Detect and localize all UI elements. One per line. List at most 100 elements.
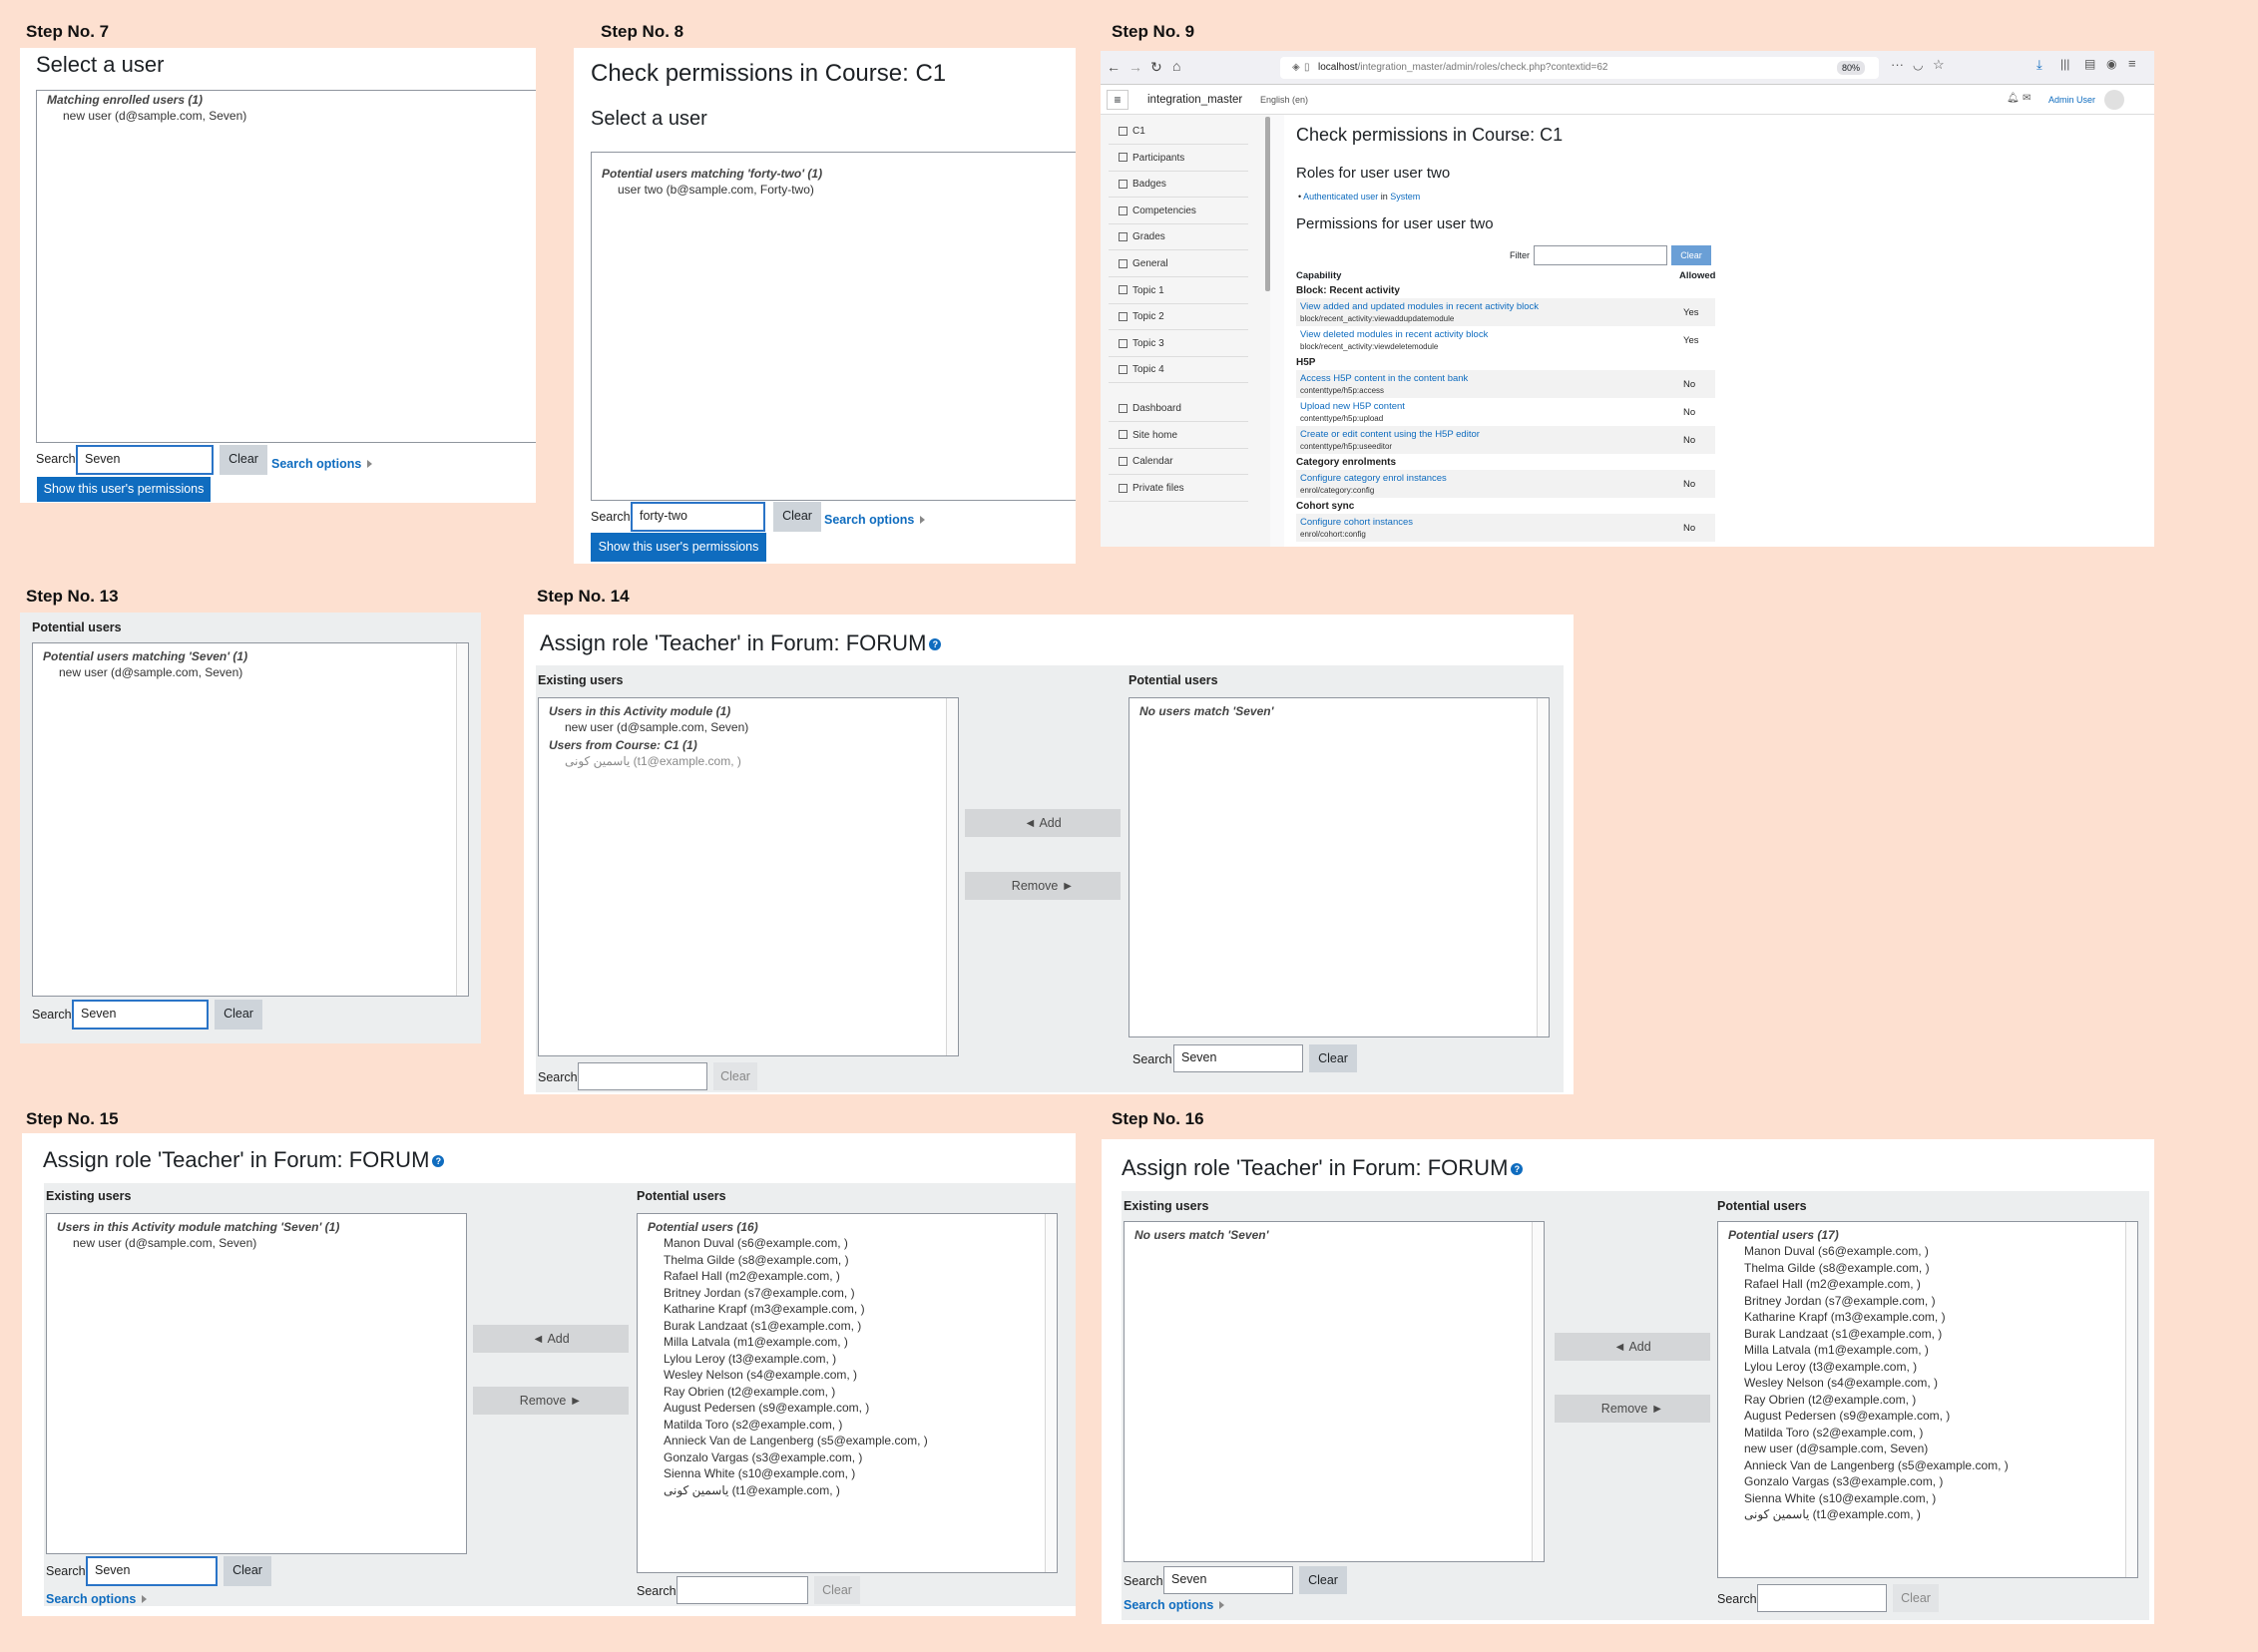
existing-search-input[interactable]: Seven bbox=[86, 1556, 218, 1586]
clear-button[interactable]: Clear bbox=[215, 1000, 262, 1030]
user-option[interactable]: Burak Landzaat (s1@example.com, ) bbox=[1718, 1326, 2137, 1343]
sidebar-item[interactable]: Competencies bbox=[1109, 199, 1248, 224]
list-scrollbar[interactable] bbox=[1045, 1214, 1057, 1572]
user-option[interactable]: Lylou Leroy (t3@example.com, ) bbox=[1718, 1359, 2137, 1376]
search-options-link[interactable]: Search options bbox=[271, 457, 373, 471]
user-option[interactable]: Katharine Krapf (m3@example.com, ) bbox=[638, 1301, 1057, 1318]
user-option[interactable]: new user (d@sample.com, Seven) bbox=[33, 664, 468, 681]
potential-users-list[interactable]: Potential users matching 'Seven' (1) new… bbox=[32, 642, 469, 997]
search-input[interactable]: Seven bbox=[72, 1000, 209, 1030]
capability-link[interactable]: Configure cohort instances bbox=[1300, 517, 1413, 528]
user-option[interactable]: Britney Jordan (s7@example.com, ) bbox=[1718, 1293, 2137, 1310]
list-scrollbar[interactable] bbox=[2125, 1222, 2137, 1577]
user-option[interactable]: Rafael Hall (m2@example.com, ) bbox=[1718, 1276, 2137, 1293]
list-scrollbar[interactable] bbox=[1537, 698, 1549, 1036]
user-option[interactable]: Gonzalo Vargas (s3@example.com, ) bbox=[638, 1449, 1057, 1466]
context-link[interactable]: System bbox=[1390, 192, 1420, 202]
library-icon[interactable]: ||| bbox=[2060, 57, 2069, 71]
existing-users-list[interactable]: Users in this Activity module (1) new us… bbox=[538, 697, 959, 1056]
search-input[interactable]: forty-two bbox=[631, 502, 765, 532]
clear-button[interactable]: Clear bbox=[220, 445, 267, 475]
capability-link[interactable]: View deleted modules in recent activity … bbox=[1300, 329, 1488, 340]
user-option[interactable]: August Pedersen (s9@example.com, ) bbox=[1718, 1408, 2137, 1425]
user-option[interactable]: Lylou Leroy (t3@example.com, ) bbox=[638, 1351, 1057, 1368]
user-option[interactable]: new user (d@sample.com, Seven) bbox=[37, 108, 536, 125]
search-options-link[interactable]: Search options bbox=[46, 1592, 148, 1606]
user-option[interactable]: Sienna White (s10@example.com, ) bbox=[1718, 1490, 2137, 1507]
help-icon[interactable]: ? bbox=[432, 1155, 445, 1168]
user-option[interactable]: Manon Duval (s6@example.com, ) bbox=[1718, 1243, 2137, 1260]
chat-icon[interactable]: ✉ bbox=[2023, 93, 2031, 104]
user-option[interactable]: new user (d@sample.com, Seven) bbox=[47, 1235, 466, 1252]
user-option[interactable]: new user (d@sample.com, Seven) bbox=[1718, 1441, 2137, 1457]
sidebar-item[interactable]: Topic 1 bbox=[1109, 278, 1248, 304]
user-option[interactable]: Wesley Nelson (s4@example.com, ) bbox=[1718, 1375, 2137, 1392]
user-option[interactable]: Wesley Nelson (s4@example.com, ) bbox=[638, 1367, 1057, 1384]
user-option[interactable]: Britney Jordan (s7@example.com, ) bbox=[638, 1285, 1057, 1302]
sidebar-item[interactable]: Site home bbox=[1109, 423, 1248, 449]
potential-search-input[interactable] bbox=[677, 1576, 808, 1604]
user-option[interactable]: Ray Obrien (t2@example.com, ) bbox=[638, 1384, 1057, 1401]
sidebar-item[interactable]: Topic 4 bbox=[1109, 357, 1248, 384]
sidebar-item[interactable]: Topic 3 bbox=[1109, 331, 1248, 357]
existing-clear-button[interactable]: Clear bbox=[224, 1556, 271, 1586]
search-options-link[interactable]: Search options bbox=[1124, 1598, 1225, 1612]
site-name[interactable]: integration_master bbox=[1147, 94, 1242, 106]
user-option[interactable]: August Pedersen (s9@example.com, ) bbox=[638, 1400, 1057, 1417]
user-option[interactable]: Katharine Krapf (m3@example.com, ) bbox=[1718, 1309, 2137, 1326]
avatar[interactable] bbox=[2104, 90, 2124, 110]
list-scrollbar[interactable] bbox=[1532, 1222, 1544, 1561]
account-icon[interactable]: ◉ bbox=[2106, 57, 2116, 71]
user-select-list[interactable]: Potential users matching 'forty-two' (1)… bbox=[591, 152, 1076, 501]
filter-input[interactable] bbox=[1534, 245, 1667, 265]
user-option[interactable]: Matilda Toro (s2@example.com, ) bbox=[638, 1417, 1057, 1434]
download-icon[interactable]: ⤓ bbox=[2036, 57, 2042, 73]
sidebar-icon[interactable]: ▤ bbox=[2084, 57, 2095, 71]
capability-link[interactable]: Configure category enrol instances bbox=[1300, 473, 1447, 484]
pocket-icon[interactable]: ◡ bbox=[1913, 58, 1923, 72]
user-option[interactable]: user two (b@sample.com, Forty-two) bbox=[592, 182, 1076, 199]
capability-link[interactable]: Create or edit content using the H5P edi… bbox=[1300, 429, 1480, 440]
user-option[interactable]: Gonzalo Vargas (s3@example.com, ) bbox=[1718, 1473, 2137, 1490]
list-scrollbar[interactable] bbox=[456, 643, 468, 996]
capability-link[interactable]: Upload new H5P content bbox=[1300, 401, 1405, 412]
sidebar-item[interactable]: Participants bbox=[1109, 146, 1248, 172]
sidebar-item[interactable]: Badges bbox=[1109, 172, 1248, 199]
sidebar-item[interactable]: Dashboard bbox=[1109, 396, 1248, 422]
drawer-scrollbar[interactable] bbox=[1265, 117, 1270, 291]
user-option[interactable]: Thelma Gilde (s8@example.com, ) bbox=[1718, 1260, 2137, 1277]
existing-clear-button[interactable]: Clear bbox=[713, 1062, 757, 1090]
search-input[interactable]: Seven bbox=[76, 445, 214, 475]
existing-search-input[interactable]: Seven bbox=[1163, 1566, 1293, 1594]
user-option[interactable]: Burak Landzaat (s1@example.com, ) bbox=[638, 1318, 1057, 1335]
add-button[interactable]: ◄ Add bbox=[965, 809, 1121, 837]
existing-users-list[interactable]: Users in this Activity module matching '… bbox=[46, 1213, 467, 1554]
show-permissions-button[interactable]: Show this user's permissions bbox=[37, 477, 211, 502]
user-option[interactable]: یاسمین کونی (t1@example.com, ) bbox=[539, 753, 958, 770]
reload-icon[interactable]: ↻ bbox=[1150, 59, 1162, 76]
menu-icon[interactable]: ≡ bbox=[2128, 56, 2136, 71]
user-menu[interactable]: Admin User bbox=[2048, 95, 2095, 105]
search-options-link[interactable]: Search options bbox=[824, 513, 926, 527]
bell-icon[interactable]: 🔔︎ bbox=[2007, 93, 2020, 104]
existing-users-list[interactable]: No users match 'Seven' bbox=[1124, 1221, 1545, 1562]
filter-clear-button[interactable]: Clear bbox=[1671, 245, 1711, 265]
hamburger-icon[interactable]: ≡ bbox=[1107, 90, 1129, 110]
potential-clear-button[interactable]: Clear bbox=[814, 1576, 860, 1604]
user-option[interactable]: Ray Obrien (t2@example.com, ) bbox=[1718, 1392, 2137, 1409]
user-option[interactable]: Annieck Van de Langenberg (s5@example.co… bbox=[638, 1433, 1057, 1449]
add-button[interactable]: ◄ Add bbox=[1555, 1333, 1710, 1361]
back-icon[interactable]: ← bbox=[1107, 59, 1121, 75]
user-option[interactable]: Thelma Gilde (s8@example.com, ) bbox=[638, 1252, 1057, 1269]
potential-clear-button[interactable]: Clear bbox=[1309, 1044, 1357, 1072]
user-select-list[interactable]: Matching enrolled users (1) new user (d@… bbox=[36, 90, 536, 443]
url-bar[interactable]: localhost/integration_master/admin/roles… bbox=[1280, 57, 1879, 79]
potential-search-input[interactable]: Seven bbox=[1173, 1044, 1303, 1072]
existing-search-input[interactable] bbox=[578, 1062, 707, 1090]
user-option[interactable]: Milla Latvala (m1@example.com, ) bbox=[1718, 1342, 2137, 1359]
sidebar-item[interactable]: Topic 2 bbox=[1109, 304, 1248, 331]
user-option[interactable]: Annieck Van de Langenberg (s5@example.co… bbox=[1718, 1457, 2137, 1474]
potential-clear-button[interactable]: Clear bbox=[1893, 1584, 1939, 1612]
show-permissions-button[interactable]: Show this user's permissions bbox=[591, 533, 766, 562]
zoom-badge[interactable]: 80% bbox=[1837, 61, 1866, 75]
